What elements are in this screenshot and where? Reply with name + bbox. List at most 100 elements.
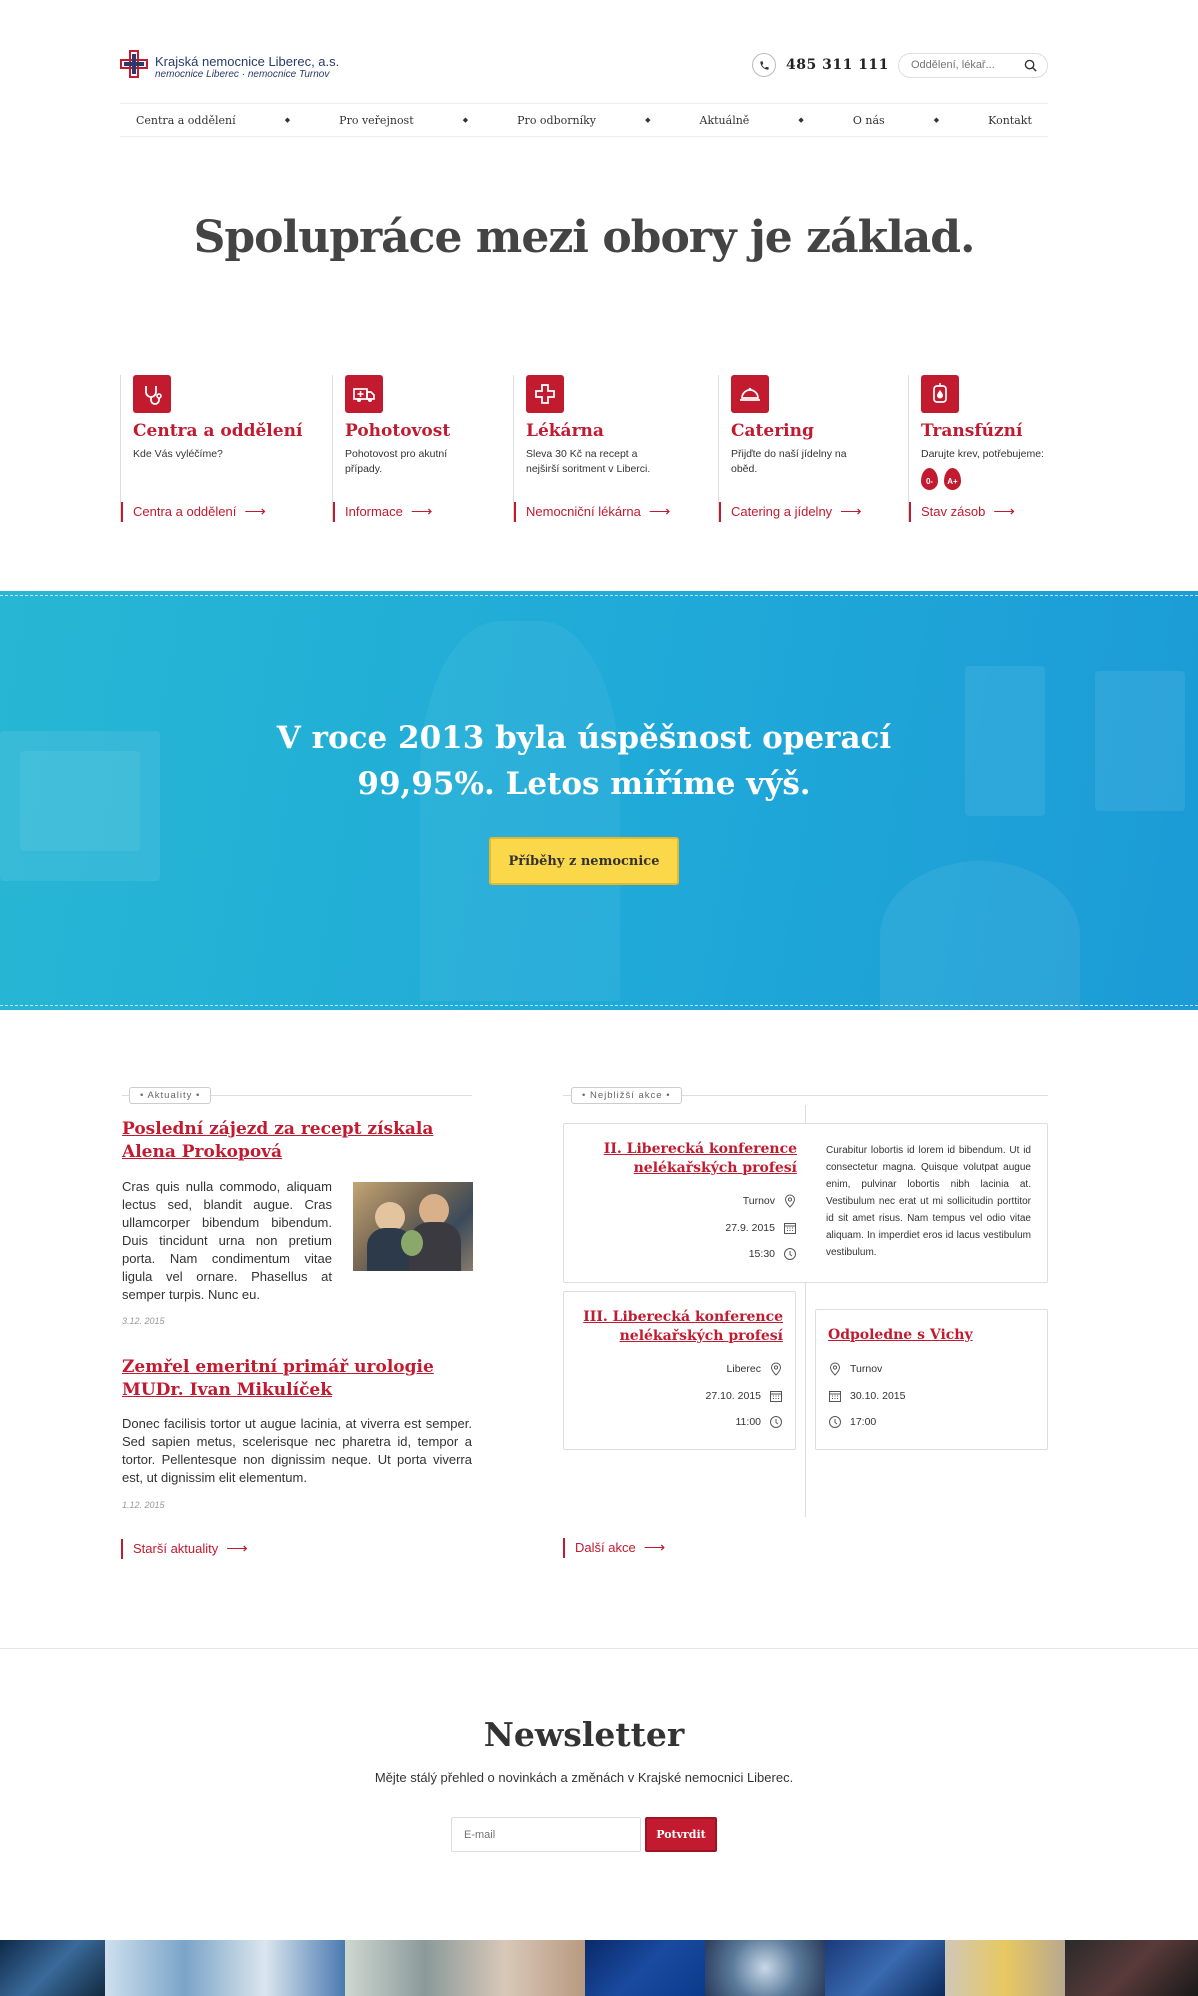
- service-title: Catering: [731, 421, 814, 441]
- event-time: 11:00: [736, 1415, 784, 1429]
- section-divider: [0, 1648, 1198, 1649]
- service-transfuzni: Transfúzní Darujte krev, potřebujeme: 0-…: [908, 375, 1050, 522]
- clock-icon: [829, 1416, 841, 1428]
- search-input[interactable]: [911, 59, 1021, 71]
- strip-photo[interactable]: [705, 1940, 825, 1996]
- services-row: Centra a oddělení Kde Vás vyléčíme? Cent…: [120, 375, 1050, 525]
- event-place: Liberec: [727, 1362, 783, 1376]
- nav-separator-icon: ◆: [645, 117, 651, 124]
- service-title: Pohotovost: [345, 421, 451, 441]
- site-logo[interactable]: Krajská nemocnice Liberec, a.s. nemocnic…: [120, 48, 339, 82]
- event-title[interactable]: Odpoledne s Vichy: [828, 1326, 1038, 1345]
- news-item-date: 1.12. 2015: [122, 1500, 165, 1510]
- nav-separator-icon: ◆: [284, 117, 291, 124]
- strip-photo[interactable]: [585, 1940, 705, 1996]
- event-description: Curabitur lobortis id lorem id bibendum.…: [826, 1145, 1031, 1258]
- news-item-title[interactable]: Poslední zájezd za recept získala Alena …: [122, 1118, 472, 1164]
- strip-photo[interactable]: [0, 1940, 105, 1996]
- news-item-text: Cras quis nulla commodo, aliquam lectus …: [122, 1179, 332, 1302]
- newsletter-submit-button[interactable]: Potvrdit: [645, 1817, 717, 1852]
- service-link-lekarna[interactable]: Nemocniční lékárna ⟶: [514, 502, 670, 522]
- strip-photo[interactable]: [825, 1940, 945, 1996]
- older-news-link[interactable]: Starší aktuality ⟶: [121, 1539, 248, 1559]
- clock-icon: [784, 1248, 796, 1260]
- nav-item-aktualne[interactable]: Aktuálně: [700, 114, 750, 127]
- site-header: Krajská nemocnice Liberec, a.s. nemocnic…: [0, 0, 1198, 140]
- photo-strip: [0, 1940, 1198, 1996]
- strip-photo[interactable]: [345, 1940, 585, 1996]
- strip-photo[interactable]: [1065, 1940, 1198, 1996]
- service-link-catering[interactable]: Catering a jídelny ⟶: [719, 502, 862, 522]
- nav-item-o-nas[interactable]: O nás: [853, 114, 885, 127]
- photo-flowers-shape: [401, 1230, 423, 1256]
- arrow-right-icon: ⟶: [226, 1540, 248, 1557]
- events-section-tag: • Nejbližší akce •: [571, 1087, 682, 1104]
- event-place: Turnov: [828, 1362, 882, 1376]
- nav-separator-icon: ◆: [933, 117, 940, 124]
- arrow-right-icon: ⟶: [648, 503, 671, 520]
- logo-subtitle: nemocnice Liberec · nemocnice Turnov: [155, 69, 330, 80]
- hospital-cross-logo-icon: [120, 50, 148, 78]
- news-item-photo[interactable]: [353, 1182, 473, 1271]
- service-lekarna: Lékárna Sleva 30 Kč na recept a nejširší…: [513, 375, 715, 522]
- service-catering: Catering Přijďte do naší jídelny na oběd…: [718, 375, 906, 522]
- blood-bag-icon: [921, 375, 959, 413]
- calendar-icon: [770, 1391, 782, 1402]
- event-time: 17:00: [828, 1415, 876, 1429]
- nav-separator-icon: ◆: [462, 117, 469, 124]
- hero-banner: V roce 2013 byla úspěšnost operací 99,95%…: [0, 591, 1198, 1010]
- service-title: Transfúzní: [921, 421, 1023, 441]
- search-icon[interactable]: [1024, 59, 1037, 72]
- pharmacy-cross-icon: [526, 375, 564, 413]
- service-link-pohotovost[interactable]: Informace ⟶: [333, 502, 432, 522]
- banner-surgeon-shape: [420, 621, 620, 1001]
- nav-item-verejnost[interactable]: Pro veřejnost: [339, 114, 413, 127]
- nav-separator-icon: ◆: [798, 117, 804, 124]
- location-pin-icon: [784, 1194, 796, 1208]
- calendar-icon: [829, 1391, 841, 1402]
- arrow-right-icon: ⟶: [993, 503, 1015, 520]
- arrow-right-icon: ⟶: [410, 503, 433, 520]
- event-title[interactable]: III. Liberecká konference nelékařských p…: [583, 1308, 783, 1346]
- blood-drop-icon: A+: [944, 468, 961, 490]
- event-date: 27.10. 2015: [706, 1389, 783, 1403]
- arrow-right-icon: ⟶: [643, 1539, 666, 1556]
- clock-icon: [770, 1416, 782, 1428]
- newsletter-email-input[interactable]: [451, 1817, 641, 1852]
- service-description: Pohotovost pro akutní případy.: [345, 448, 448, 475]
- logo-name: Krajská nemocnice Liberec, a.s.: [155, 54, 340, 69]
- service-pohotovost: Pohotovost Pohotovost pro akutní případy…: [332, 375, 510, 522]
- service-description: Sleva 30 Kč na recept a nejširší soritme…: [526, 448, 651, 475]
- arrow-right-icon: ⟶: [840, 503, 862, 520]
- banner-person-shape: [880, 861, 1080, 1010]
- phone-contact[interactable]: 485 311 111: [752, 52, 889, 78]
- event-card[interactable]: Odpoledne s Vichy Turnov 30.10. 2015 17:…: [815, 1309, 1048, 1450]
- newsletter-subtitle: Mějte stálý přehled o novinkách a změnác…: [374, 1770, 794, 1785]
- cloche-icon: [731, 375, 769, 413]
- nav-item-kontakt[interactable]: Kontakt: [988, 114, 1032, 127]
- service-title: Centra a oddělení: [133, 421, 303, 441]
- strip-photo[interactable]: [105, 1940, 345, 1996]
- newsletter-title: Newsletter: [483, 1715, 685, 1754]
- blood-drop-icon: 0-: [921, 468, 938, 490]
- service-link-centra[interactable]: Centra a oddělení ⟶: [121, 502, 266, 522]
- nav-item-odbornici[interactable]: Pro odborníky: [517, 114, 596, 127]
- service-centra: Centra a oddělení Kde Vás vyléčíme? Cent…: [120, 375, 330, 522]
- strip-photo[interactable]: [945, 1940, 1065, 1996]
- event-card[interactable]: III. Liberecká konference nelékařských p…: [563, 1291, 796, 1450]
- stories-button[interactable]: Příběhy z nemocnice: [489, 837, 679, 885]
- service-title: Lékárna: [526, 421, 604, 441]
- service-link-transfuzni[interactable]: Stav zásob ⟶: [909, 502, 1015, 522]
- event-card[interactable]: II. Liberecká konference nelékařských pr…: [563, 1123, 1048, 1283]
- news-item-date: 3.12. 2015: [122, 1316, 165, 1326]
- more-events-link[interactable]: Další akce ⟶: [563, 1538, 665, 1558]
- stethoscope-icon: [133, 375, 171, 413]
- main-nav: Centra a oddělení ◆ Pro veřejnost ◆ Pro …: [120, 103, 1048, 137]
- phone-icon: [752, 53, 776, 77]
- event-title[interactable]: II. Liberecká konference nelékařských pr…: [587, 1140, 797, 1178]
- news-item-title[interactable]: Zemřel emeritní primář urologie MUDr. Iv…: [122, 1356, 472, 1402]
- event-place: Turnov: [743, 1194, 797, 1208]
- search-box: [898, 53, 1048, 78]
- banner-title: V roce 2013 byla úspěšnost operací 99,95%…: [276, 720, 892, 802]
- nav-item-centra[interactable]: Centra a oddělení: [136, 114, 236, 127]
